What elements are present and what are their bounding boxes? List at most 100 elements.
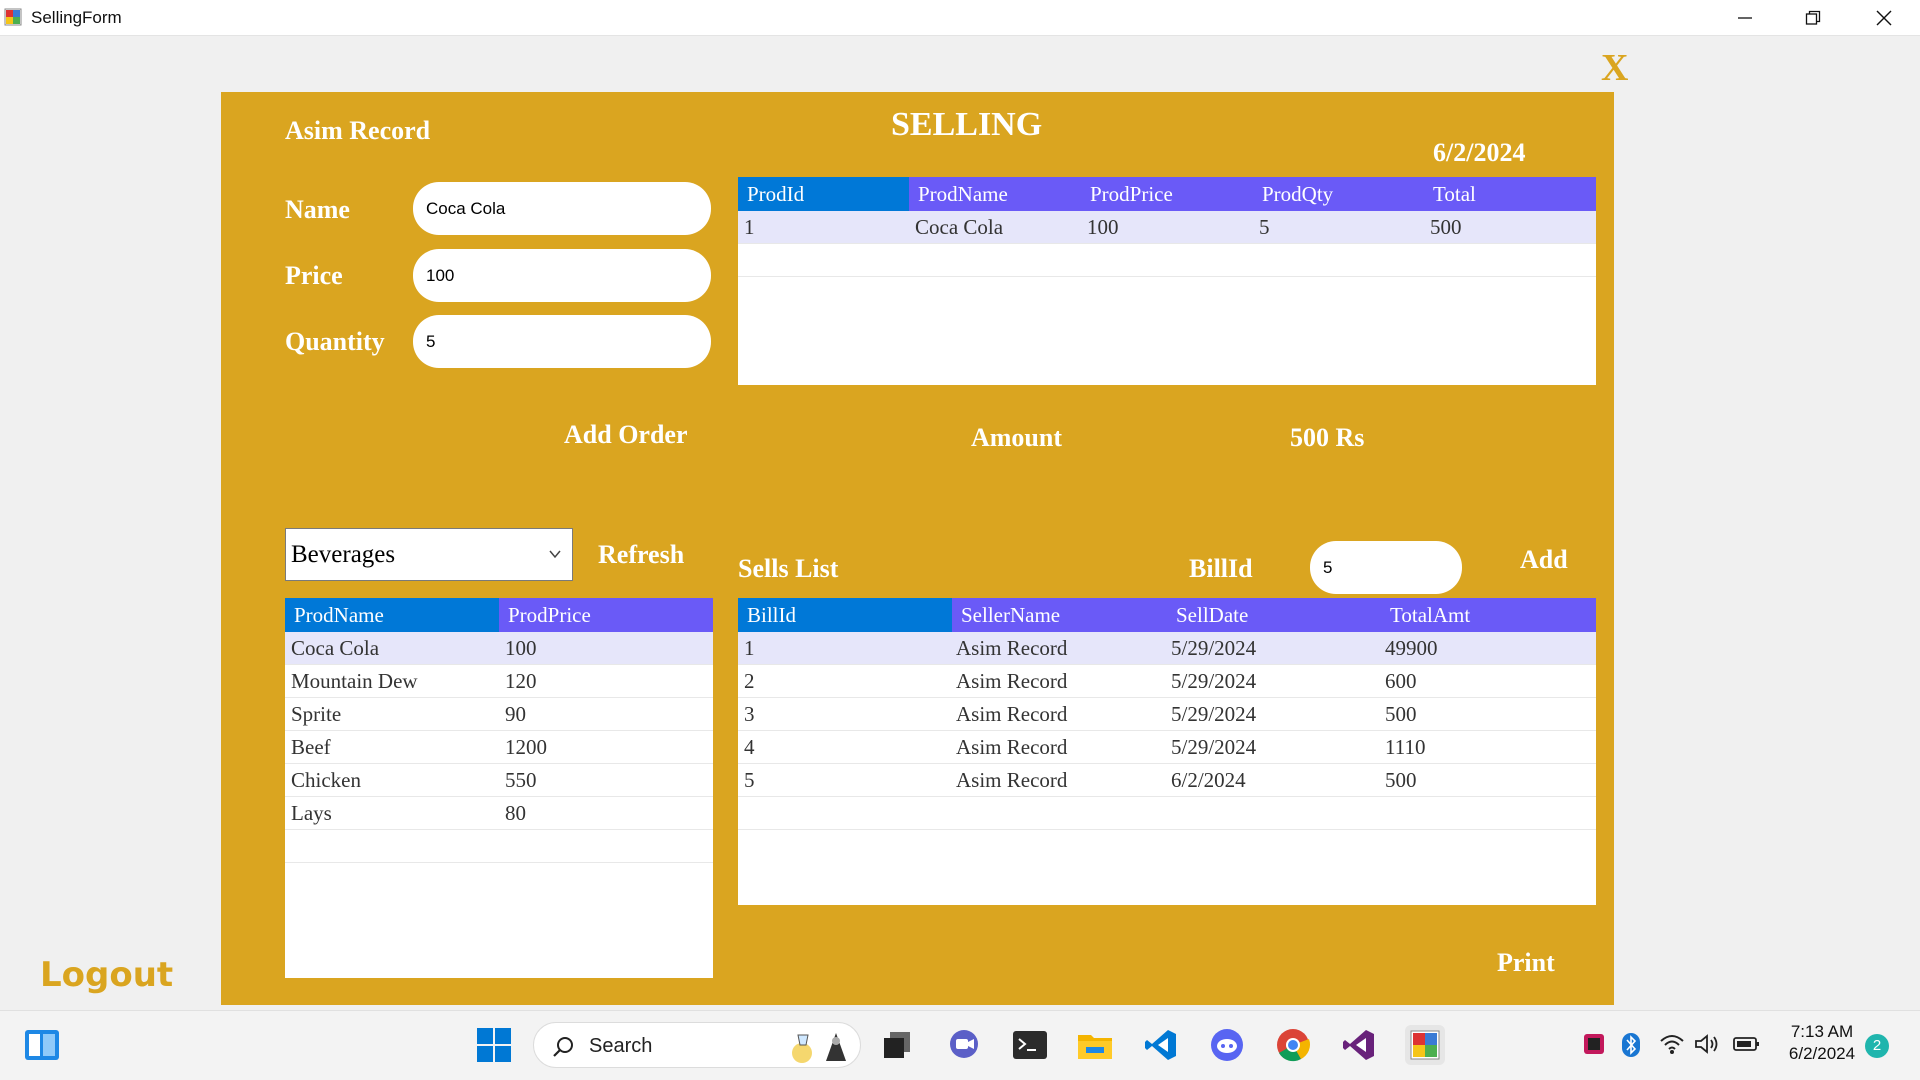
- order-grid[interactable]: ProdId ProdName ProdPrice ProdQty Total …: [738, 177, 1596, 385]
- task-view-icon: [884, 1032, 910, 1058]
- column-header[interactable]: SellerName: [952, 598, 1596, 632]
- chevron-down-icon: [549, 550, 561, 559]
- table-cell: Chicken: [291, 768, 361, 792]
- table-cell: 1110: [1385, 735, 1426, 759]
- column-header[interactable]: SellDate: [1167, 598, 1248, 632]
- widgets-button[interactable]: [22, 1025, 62, 1065]
- winforms-app-icon: [1410, 1030, 1440, 1060]
- table-row[interactable]: 5 Asim Record 6/2/2024 500: [738, 764, 1596, 797]
- table-cell: 3: [744, 702, 755, 726]
- taskbar-search[interactable]: Search: [533, 1022, 861, 1068]
- table-row[interactable]: 2 Asim Record 5/29/2024 600: [738, 665, 1596, 698]
- terminal-button[interactable]: [1010, 1025, 1050, 1065]
- table-row-empty[interactable]: [738, 244, 1596, 277]
- table-cell: 90: [505, 702, 526, 726]
- bluetooth-icon[interactable]: [1621, 1033, 1641, 1057]
- winforms-app-button[interactable]: [1405, 1025, 1445, 1065]
- table-row[interactable]: Coca Cola 100: [285, 632, 713, 665]
- app-tray-icon[interactable]: [1583, 1033, 1605, 1055]
- table-cell: Beef: [291, 735, 331, 759]
- column-header[interactable]: ProdPrice: [499, 598, 713, 632]
- name-label: Name: [285, 195, 350, 224]
- table-row[interactable]: Chicken 550: [285, 764, 713, 797]
- window-close-button[interactable]: [1849, 0, 1919, 36]
- column-header[interactable]: ProdName: [285, 598, 499, 632]
- column-header[interactable]: ProdId: [738, 177, 909, 211]
- table-cell: Asim Record: [956, 768, 1068, 792]
- restore-button[interactable]: [1778, 0, 1848, 36]
- taskbar: Search 7:13 AM 6/2/2024 2: [0, 1010, 1920, 1080]
- table-cell: 80: [505, 801, 526, 825]
- quantity-input[interactable]: 5: [413, 315, 711, 368]
- file-explorer-button[interactable]: [1075, 1025, 1115, 1065]
- refresh-button[interactable]: Refresh: [598, 540, 684, 570]
- table-row[interactable]: 1 Asim Record 5/29/2024 49900: [738, 632, 1596, 665]
- table-cell: 2: [744, 669, 755, 693]
- form-close-button[interactable]: X: [1601, 46, 1628, 90]
- teams-button[interactable]: [944, 1025, 984, 1065]
- visual-studio-icon: [1343, 1030, 1374, 1060]
- add-bill-button[interactable]: Add: [1520, 545, 1568, 575]
- table-cell: 500: [1385, 702, 1417, 726]
- column-header[interactable]: ProdQty: [1253, 177, 1333, 211]
- taskbar-clock[interactable]: 7:13 AM 6/2/2024: [1772, 1021, 1872, 1065]
- restore-icon: [1805, 10, 1821, 25]
- column-header[interactable]: ProdPrice: [1081, 177, 1173, 211]
- notification-badge[interactable]: 2: [1865, 1034, 1889, 1058]
- table-cell: Asim Record: [956, 636, 1068, 660]
- start-button[interactable]: [474, 1025, 514, 1065]
- search-label: Search: [589, 1035, 653, 1057]
- print-button[interactable]: Print: [1497, 948, 1555, 978]
- table-row[interactable]: 3 Asim Record 5/29/2024 500: [738, 698, 1596, 731]
- wifi-icon[interactable]: [1659, 1033, 1685, 1055]
- table-cell: 550: [505, 768, 537, 792]
- vscode-button[interactable]: [1141, 1025, 1181, 1065]
- products-grid-header: ProdName ProdPrice: [285, 598, 713, 632]
- billid-input[interactable]: 5: [1310, 541, 1462, 594]
- name-input[interactable]: Coca Cola: [413, 182, 711, 235]
- products-grid[interactable]: ProdName ProdPrice Coca Cola 100 Mountai…: [285, 598, 713, 978]
- volume-icon[interactable]: [1694, 1033, 1720, 1055]
- price-input[interactable]: 100: [413, 249, 711, 302]
- table-row[interactable]: 1 Coca Cola 100 5 500: [738, 211, 1596, 244]
- table-row-empty[interactable]: [285, 830, 713, 863]
- column-header[interactable]: Total: [1424, 177, 1476, 211]
- app-icon: [4, 8, 22, 26]
- billid-label: BillId: [1189, 554, 1253, 583]
- table-row[interactable]: Sprite 90: [285, 698, 713, 731]
- quantity-label: Quantity: [285, 327, 385, 356]
- logout-button[interactable]: Logout: [40, 955, 173, 995]
- table-cell: 49900: [1385, 636, 1438, 660]
- table-cell: Sprite: [291, 702, 342, 726]
- table-row[interactable]: 4 Asim Record 5/29/2024 1110: [738, 731, 1596, 764]
- add-order-button[interactable]: Add Order: [564, 420, 688, 450]
- table-cell: Asim Record: [956, 702, 1068, 726]
- discord-button[interactable]: [1207, 1025, 1247, 1065]
- visual-studio-button[interactable]: [1339, 1025, 1379, 1065]
- table-row[interactable]: Lays 80: [285, 797, 713, 830]
- category-dropdown[interactable]: Beverages: [285, 528, 573, 581]
- battery-icon[interactable]: [1732, 1033, 1760, 1055]
- table-row[interactable]: Beef 1200: [285, 731, 713, 764]
- minimize-button[interactable]: [1710, 0, 1780, 36]
- task-view-button[interactable]: [877, 1025, 917, 1065]
- clock-time: 7:13 AM: [1790, 1022, 1854, 1041]
- page-title: SELLING: [891, 106, 1043, 143]
- chrome-button[interactable]: [1273, 1025, 1313, 1065]
- table-row[interactable]: Mountain Dew 120: [285, 665, 713, 698]
- table-cell: 500: [1385, 768, 1417, 792]
- bills-grid-header: BillId SellerName SellDate TotalAmt: [738, 598, 1596, 632]
- column-header[interactable]: TotalAmt: [1381, 598, 1470, 632]
- current-date: 6/2/2024: [1433, 138, 1526, 167]
- table-cell: Mountain Dew: [291, 669, 418, 693]
- table-cell: 5/29/2024: [1171, 735, 1257, 759]
- search-icon: [553, 1037, 573, 1057]
- table-cell: 500: [1430, 215, 1462, 239]
- table-cell: Coca Cola: [291, 636, 380, 660]
- table-row-empty[interactable]: [738, 797, 1596, 830]
- terminal-icon: [1013, 1031, 1047, 1059]
- bills-grid[interactable]: BillId SellerName SellDate TotalAmt 1 As…: [738, 598, 1596, 905]
- price-label: Price: [285, 261, 343, 290]
- table-cell: 1: [744, 215, 755, 239]
- column-header[interactable]: BillId: [738, 598, 952, 632]
